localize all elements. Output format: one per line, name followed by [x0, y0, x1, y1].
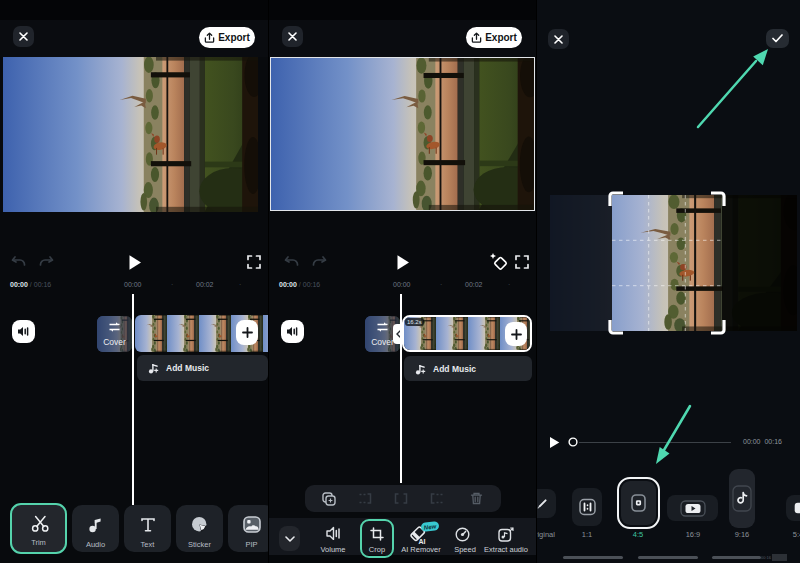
svg-text:AI: AI [419, 538, 426, 545]
